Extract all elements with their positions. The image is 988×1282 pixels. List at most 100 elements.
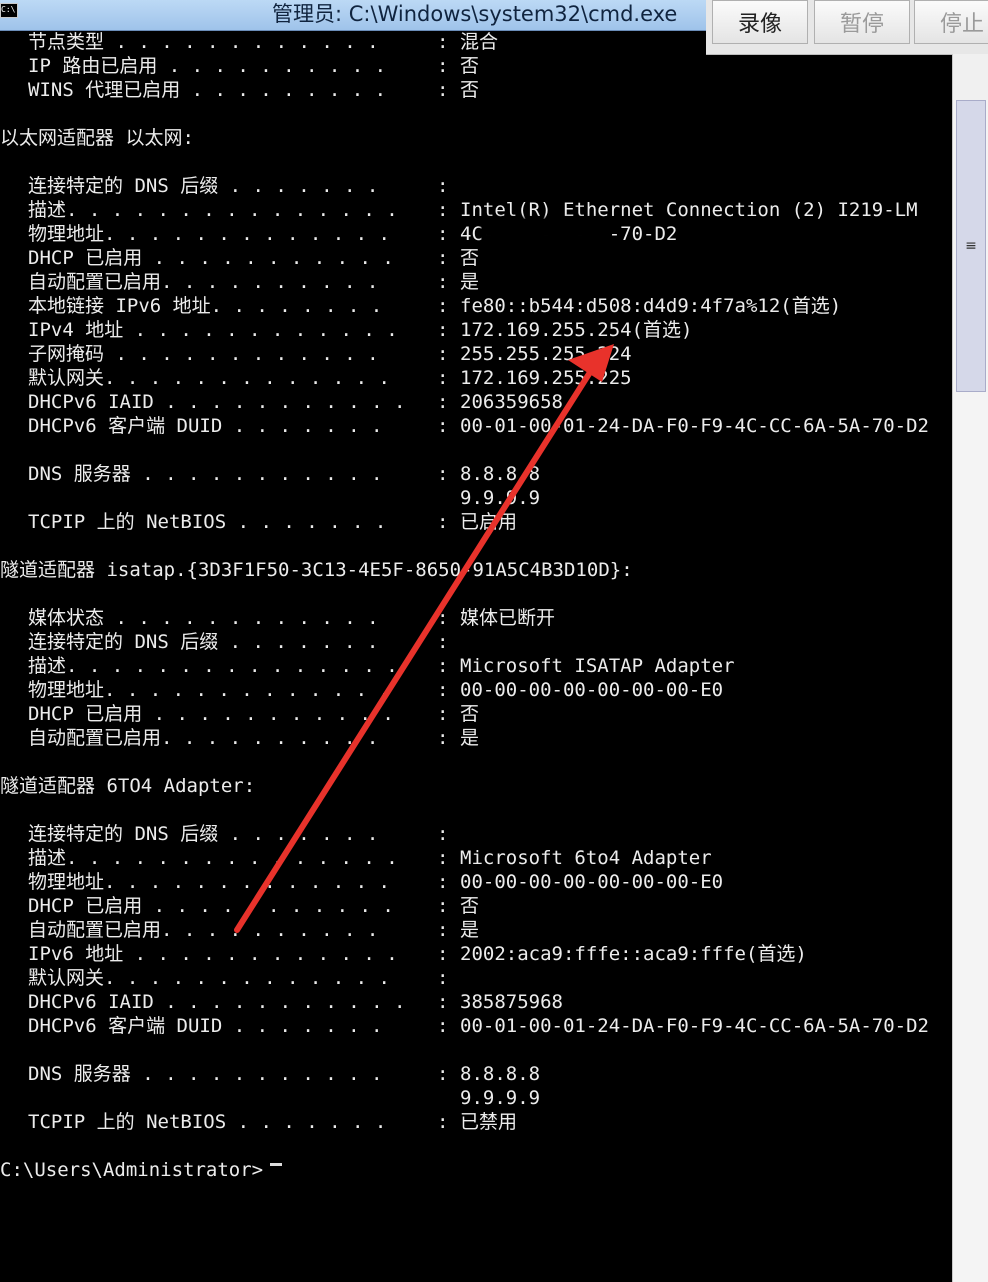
separator-colon: : <box>437 247 449 269</box>
redaction-smudge <box>482 218 600 240</box>
section-header: 隧道适配器 isatap.{3D3F1F50-3C13-4E5F-8650-91… <box>0 559 633 581</box>
console-line: 描述. . . . . . . . . . . . . . .: Intel(R)… <box>0 198 952 222</box>
console-line: 子网掩码 . . . . . . . . . . . .:255.255.255… <box>0 342 952 366</box>
property-label: 描述. . . . . . . . . . . . . . . <box>28 847 398 869</box>
console-output[interactable]: 节点类型 . . . . . . . . . . . .: 混合 IP 路由已启用 … <box>0 30 952 1282</box>
separator-colon: : <box>437 319 449 341</box>
console-line: 隧道适配器 6TO4 Adapter: <box>0 774 952 798</box>
property-label: DNS 服务器 . . . . . . . . . . . <box>28 1063 383 1085</box>
separator-colon: : <box>437 31 449 53</box>
separator-colon: : <box>437 703 449 725</box>
console-line: 本地链接 IPv6 地址. . . . . . . .: fe80::b544:d… <box>0 294 952 318</box>
property-label: 媒体状态 . . . . . . . . . . . . <box>28 607 379 629</box>
property-label: DHCPv6 客户端 DUID . . . . . . . <box>28 1015 383 1037</box>
section-header: C:\Users\Administrator> <box>0 1159 264 1181</box>
separator-colon: : <box>437 919 449 941</box>
console-line: IP 路由已启用 . . . . . . . . . .: 否 <box>0 54 952 78</box>
separator-colon: : <box>437 199 449 221</box>
console-line: 以太网适配器 以太网: <box>0 126 952 150</box>
property-value: 否 <box>460 247 480 269</box>
property-value: 172.169.255.225 <box>460 367 632 389</box>
console-line: IPv6 地址 . . . . . . . . . . . .:2002:aca… <box>0 942 952 966</box>
separator-colon: : <box>437 1015 449 1037</box>
console-line: 连接特定的 DNS 后缀 . . . . . . .: <box>0 822 952 846</box>
property-value: 否 <box>460 895 480 917</box>
property-label: IP 路由已启用 . . . . . . . . . . <box>28 55 387 77</box>
console-line: 自动配置已启用. . . . . . . . . .: 是 <box>0 270 952 294</box>
property-label: DHCP 已启用 . . . . . . . . . . . <box>28 895 394 917</box>
cmd-icon[interactable]: C:\ <box>0 3 18 18</box>
separator-colon: : <box>437 295 449 317</box>
property-label: 物理地址. . . . . . . . . . . . . <box>28 871 390 893</box>
vertical-scrollbar[interactable]: ≡ <box>952 54 988 1282</box>
separator-colon: : <box>437 463 449 485</box>
separator-colon: : <box>437 271 449 293</box>
console-line: TCPIP 上的 NetBIOS . . . . . . .: 已禁用 <box>0 1110 952 1134</box>
console-line: 媒体状态 . . . . . . . . . . . .: 媒体已断开 <box>0 606 952 630</box>
grip-icon: ≡ <box>965 238 977 254</box>
property-value: 9.9.9.9 <box>460 487 541 509</box>
separator-colon: : <box>437 79 449 101</box>
property-value: 是 <box>460 919 480 941</box>
property-value: 8.8.8.8 <box>460 1063 541 1085</box>
property-label: 连接特定的 DNS 后缀 . . . . . . . <box>28 631 379 653</box>
property-value: 255.255.255.224 <box>460 343 632 365</box>
property-value: 是 <box>460 727 480 749</box>
property-value: 2002:aca9:fffe::aca9:fffe(首选) <box>460 943 807 965</box>
console-line: DHCPv6 IAID . . . . . . . . . . .:206359… <box>0 390 952 414</box>
console-line: DHCP 已启用 . . . . . . . . . . .: 否 <box>0 894 952 918</box>
property-label: TCPIP 上的 NetBIOS . . . . . . . <box>28 511 387 533</box>
property-value: 媒体已断开 <box>460 607 556 629</box>
separator-colon: : <box>437 1063 449 1085</box>
separator-colon: : <box>437 823 449 845</box>
console-line: 9.9.9.9 <box>0 1086 952 1110</box>
property-label: 物理地址. . . . . . . . . . . . . <box>28 223 390 245</box>
separator-colon: : <box>437 367 449 389</box>
separator-colon: : <box>437 391 449 413</box>
property-label: 本地链接 IPv6 地址. . . . . . . . <box>28 295 383 317</box>
console-line: DHCPv6 客户端 DUID . . . . . . .:00-01-00-0… <box>0 414 952 438</box>
section-header: 隧道适配器 6TO4 Adapter: <box>0 775 256 797</box>
property-label: 节点类型 . . . . . . . . . . . . <box>28 31 379 53</box>
separator-colon: : <box>437 727 449 749</box>
property-value: 00-01-00-01-24-DA-F0-F9-4C-CC-6A-5A-70-D… <box>460 1015 929 1037</box>
separator-colon: : <box>437 55 449 77</box>
separator-colon: : <box>437 871 449 893</box>
property-value: 172.169.255.254(首选) <box>460 319 693 341</box>
property-label: DHCPv6 客户端 DUID . . . . . . . <box>28 415 383 437</box>
property-label: 连接特定的 DNS 后缀 . . . . . . . <box>28 175 379 197</box>
property-value: 是 <box>460 271 480 293</box>
property-value: 混合 <box>460 31 499 53</box>
console-line: 物理地址. . . . . . . . . . . . .:00-00-00-0… <box>0 870 952 894</box>
console-line: DNS 服务器 . . . . . . . . . . .:8.8.8.8 <box>0 1062 952 1086</box>
console-line: C:\Users\Administrator> <box>0 1158 952 1182</box>
property-value: 00-01-00-01-24-DA-F0-F9-4C-CC-6A-5A-70-D… <box>460 415 929 437</box>
separator-colon: : <box>437 679 449 701</box>
window-title-bar[interactable]: C:\ 管理员: C:\Windows\system32\cmd.exe <box>0 0 706 31</box>
console-line: 物理地址. . . . . . . . . . . . .:00-00-00-0… <box>0 678 952 702</box>
window-title: 管理员: C:\Windows\system32\cmd.exe <box>272 2 678 26</box>
property-label: DNS 服务器 . . . . . . . . . . . <box>28 463 383 485</box>
console-line: 物理地址. . . . . . . . . . . . .:4C- - - -7… <box>0 222 952 246</box>
property-label: TCPIP 上的 NetBIOS . . . . . . . <box>28 1111 387 1133</box>
property-value: 已禁用 <box>460 1111 518 1133</box>
console-line: DHCP 已启用 . . . . . . . . . . .: 否 <box>0 702 952 726</box>
separator-colon: : <box>437 631 449 653</box>
property-label: 默认网关. . . . . . . . . . . . . <box>28 967 390 989</box>
separator-colon: : <box>437 511 449 533</box>
property-value: 9.9.9.9 <box>460 1087 541 1109</box>
property-value: 否 <box>460 703 480 725</box>
property-value: 00-00-00-00-00-00-00-E0 <box>460 679 724 701</box>
separator-colon: : <box>437 991 449 1013</box>
property-label: 描述. . . . . . . . . . . . . . . <box>28 199 398 221</box>
property-label: DHCP 已启用 . . . . . . . . . . . <box>28 247 394 269</box>
property-label: DHCPv6 IAID . . . . . . . . . . . <box>28 391 406 413</box>
property-label: 连接特定的 DNS 后缀 . . . . . . . <box>28 823 379 845</box>
separator-colon: : <box>437 967 449 989</box>
property-label: WINS 代理已启用 . . . . . . . . . <box>28 79 387 101</box>
property-label: IPv4 地址 . . . . . . . . . . . . <box>28 319 398 341</box>
separator-colon: : <box>437 655 449 677</box>
property-label: 子网掩码 . . . . . . . . . . . . <box>28 343 379 365</box>
separator-colon: : <box>437 415 449 437</box>
scroll-thumb[interactable]: ≡ <box>956 100 986 392</box>
